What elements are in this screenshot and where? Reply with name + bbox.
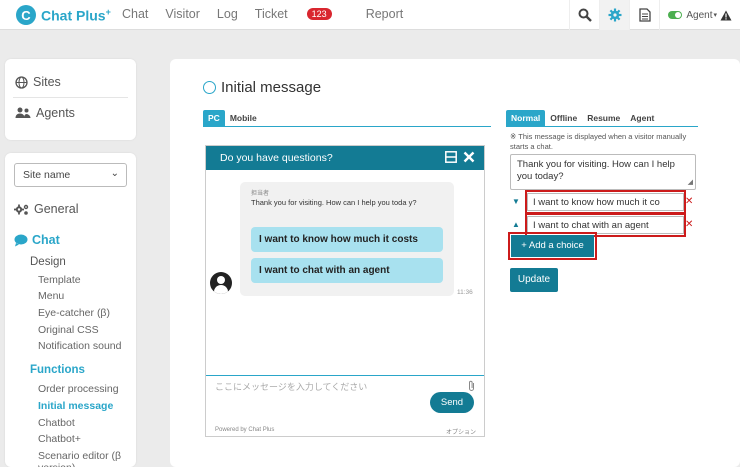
tab-offline[interactable]: Offline [545,110,582,126]
sidebar-item-notification-sound[interactable]: Notification sound [38,340,121,352]
caret-down-icon: ▾ [713,12,717,19]
sidebar-top-card: Sites Agents [5,59,136,140]
tab-resume[interactable]: Resume [582,110,625,126]
tab-pc[interactable]: PC [203,110,225,126]
sidebar-general-label: General [34,202,79,216]
message-type-tabs: Normal Offline Resume Agent [506,110,659,126]
divider [203,126,491,127]
online-toggle[interactable] [668,11,683,19]
divider [506,126,698,127]
sidebar-item-chatbot-plus[interactable]: Chatbot+ [38,433,81,445]
move-up-icon[interactable]: ▲ [512,220,520,229]
top-navigation-bar: C Chat Plus+ Chat Visitor Log Ticket 123 … [0,0,740,30]
chat-bubble-icon [14,234,28,246]
chat-plus-logo-icon: C [16,5,36,25]
sidebar-item-template[interactable]: Template [38,274,81,286]
sidebar-item-agents[interactable]: Agents [15,106,75,120]
nav-visitor[interactable]: Visitor [165,7,200,21]
delete-choice-2-icon[interactable]: ✕ [685,219,693,230]
search-button[interactable] [569,0,599,30]
highlight-box [525,190,686,214]
page-title: Initial message [203,79,321,96]
warning-icon[interactable] [720,10,732,21]
sidebar-item-scenario-editor[interactable]: Scenario editor (β version) [38,450,136,467]
message-timestamp: 11:36 [457,289,473,296]
powered-by-text: Powered by Chat Plus [215,427,275,433]
resize-handle-icon[interactable]: ◢ [688,178,693,187]
sidebar-item-sites[interactable]: Sites [15,75,61,89]
message-bubble: 担当者 Thank you for visiting. How can I he… [240,182,454,296]
circle-icon [203,81,216,94]
tab-normal[interactable]: Normal [506,110,546,126]
logo-text: Chat Plus [41,7,106,24]
minimize-icon[interactable] [444,150,458,164]
main-nav: Chat Visitor Log Ticket 123 Report [122,7,420,21]
highlight-box [508,232,597,260]
choice-button-1[interactable]: I want to know how much it costs [251,227,443,252]
nav-log[interactable]: Log [217,7,238,21]
sidebar-item-general[interactable]: General [14,202,78,216]
settings-button[interactable] [599,0,630,30]
logo-sup: + [105,6,111,17]
divider [206,375,484,376]
document-button[interactable] [629,0,659,30]
sidebar-agents-label: Agents [36,106,75,120]
site-select-value: Site name [23,169,71,181]
delete-choice-1-icon[interactable]: ✕ [685,196,693,207]
tab-agent[interactable]: Agent [625,110,659,126]
widget-header: Do you have questions? [206,146,484,170]
message-input[interactable]: ここにメッセージを入力してください [215,380,367,393]
nav-report[interactable]: Report [366,7,404,21]
sidebar-nav-card: Site name ⌄ General Chat Design Template… [5,153,136,467]
settings-note: ※ This message is displayed when a visit… [510,132,687,151]
gears-icon [14,204,29,215]
sidebar-design-heading[interactable]: Design [30,256,66,268]
globe-icon [15,75,28,89]
sidebar-sites-label: Sites [33,75,61,89]
chat-plus-logo[interactable]: C Chat Plus+ [16,5,111,25]
sidebar-functions-heading[interactable]: Functions [30,364,85,376]
agent-label: Agent [686,9,713,21]
page-title-text: Initial message [221,79,322,96]
chat-widget-preview: Do you have questions? 担当者 Thank you for… [205,145,485,437]
close-icon[interactable] [462,150,476,164]
sidebar-chat-label: Chat [32,233,60,247]
document-icon [639,8,651,22]
users-icon [15,107,31,118]
divider [13,97,128,98]
top-icons: Agent ▾ [569,0,740,30]
update-button[interactable]: Update [510,268,558,292]
gear-icon [608,8,622,22]
search-icon [578,8,592,22]
choice-button-2[interactable]: I want to chat with an agent [251,258,443,283]
main-panel: Initial message PC Mobile Normal Offline… [170,59,740,467]
tab-mobile[interactable]: Mobile [225,110,262,126]
chevron-down-icon: ⌄ [110,168,119,179]
nav-ticket-label: Ticket [254,7,288,21]
option-link[interactable]: オプション [446,427,476,436]
sidebar-item-menu[interactable]: Menu [38,290,64,302]
sidebar-item-chatbot[interactable]: Chatbot [38,417,75,429]
nav-chat[interactable]: Chat [122,7,148,21]
message-text: Thank you for visiting. How can I help y… [251,198,417,207]
sidebar-item-initial-message[interactable]: Initial message [38,400,113,412]
send-button[interactable]: Send [430,392,474,413]
sidebar-item-eye-catcher[interactable]: Eye-catcher (β) [38,307,110,319]
sidebar-item-order-processing[interactable]: Order processing [38,383,119,395]
nav-ticket[interactable]: Ticket 123 [255,7,349,21]
sidebar-item-chat[interactable]: Chat [14,233,60,247]
device-tabs: PC Mobile [203,110,262,126]
initial-message-textarea[interactable]: Thank you for visiting. How can I help y… [510,154,696,190]
agent-status-menu[interactable]: Agent ▾ [659,0,740,30]
agent-avatar [210,272,232,294]
message-sender: 担当者 [251,191,270,197]
site-select[interactable]: Site name ⌄ [14,163,127,187]
move-down-icon[interactable]: ▼ [512,197,520,206]
widget-header-title: Do you have questions? [220,152,333,164]
sidebar-item-original-css[interactable]: Original CSS [38,324,99,336]
initial-message-value: Thank you for visiting. How can I help y… [517,159,675,183]
ticket-count-badge: 123 [306,8,332,20]
